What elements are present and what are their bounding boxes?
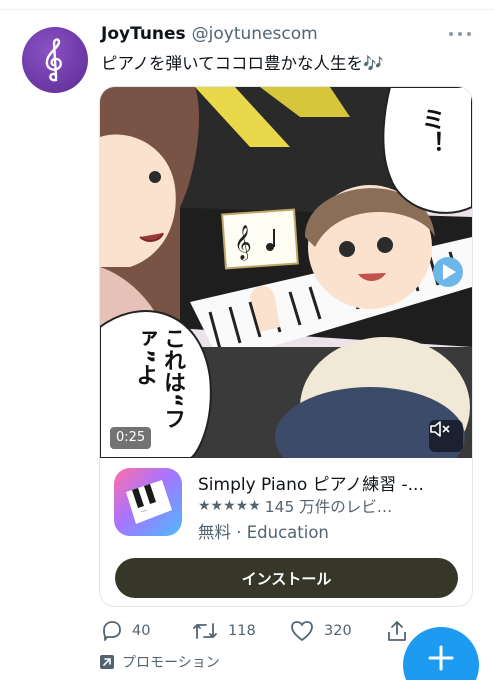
share-button[interactable] — [386, 618, 408, 644]
piano-keys-icon — [126, 480, 172, 524]
reply-count: 40 — [132, 623, 151, 639]
retweet-button[interactable]: 118 — [192, 618, 256, 644]
app-rating: ★★★★★ 145 万件のレビ… — [198, 495, 460, 517]
reply-icon — [103, 621, 121, 641]
author-handle[interactable]: @joytunescom — [192, 24, 318, 44]
plus-icon — [428, 645, 454, 671]
speaker-mute-icon[interactable] — [429, 420, 463, 452]
tweet-text: ピアノを弾いてココロ豊かな人生を🎶 — [101, 54, 384, 73]
retweet-count: 118 — [228, 623, 256, 639]
install-button[interactable]: インストール — [115, 558, 458, 598]
app-icon[interactable] — [114, 468, 182, 536]
author-avatar[interactable] — [22, 27, 88, 93]
more-icon[interactable] — [449, 29, 471, 39]
treble-clef-icon — [45, 38, 62, 82]
promoted-arrow-icon — [100, 655, 114, 669]
share-icon — [388, 621, 406, 641]
author-name[interactable]: JoyTunes — [101, 24, 186, 44]
review-count: 145 万件のレビ… — [264, 498, 393, 516]
top-divider — [0, 9, 494, 10]
promoted-label: プロモーション — [100, 652, 220, 672]
reply-button[interactable]: 40 — [100, 618, 150, 644]
promoted-app-card[interactable]: 𝄞 ミ！ これは“ファ”よ 0:25 Simply Piano ピアノ練習 -.… — [99, 86, 473, 607]
speech-bubble-right: ミ！ — [417, 107, 445, 155]
play-icon[interactable] — [433, 257, 463, 287]
video-duration: 0:25 — [110, 427, 152, 449]
heart-icon — [291, 621, 313, 641]
rating-stars: ★★★★★ — [198, 498, 261, 514]
action-bar: 40 118 320 — [100, 618, 430, 644]
video-player[interactable]: 𝄞 ミ！ これは“ファ”よ 0:25 — [100, 87, 472, 458]
like-button[interactable]: 320 — [290, 618, 352, 644]
like-count: 320 — [324, 623, 352, 639]
author-row: JoyTunes @joytunescom — [101, 24, 481, 48]
svg-text:𝄞: 𝄞 — [234, 225, 252, 261]
promoted-text: プロモーション — [122, 655, 220, 671]
retweet-icon — [193, 623, 217, 639]
app-name: Simply Piano ピアノ練習 -... — [198, 475, 424, 495]
app-meta: 無料 · Education — [198, 523, 329, 542]
